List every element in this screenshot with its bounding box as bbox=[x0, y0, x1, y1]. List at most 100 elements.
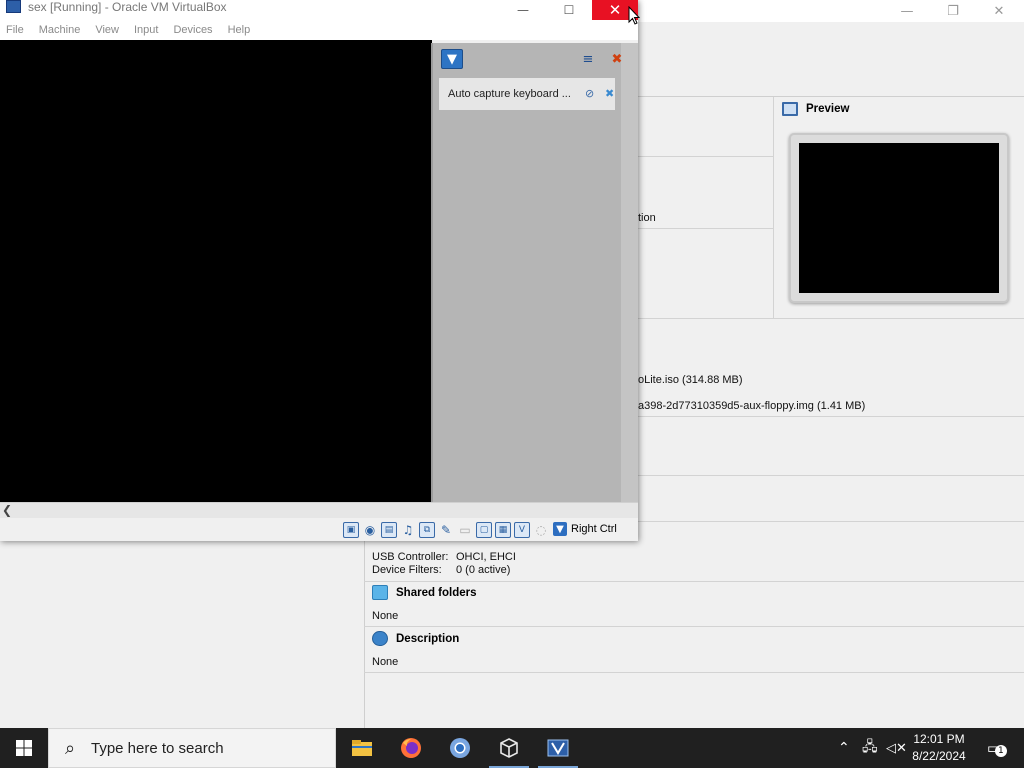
manager-restore-button[interactable]: ❐ bbox=[930, 0, 976, 22]
firefox-icon bbox=[401, 738, 421, 758]
preview-screen bbox=[799, 143, 999, 293]
shared-folders-icon[interactable]: ▭ bbox=[457, 522, 473, 538]
folder-icon bbox=[372, 585, 388, 600]
virtualbox-manager-taskbar-button[interactable] bbox=[485, 728, 533, 768]
manager-close-button[interactable]: ✕ bbox=[976, 0, 1022, 22]
manager-minimize-button[interactable]: — bbox=[884, 0, 930, 22]
shared-folders-header[interactable]: Shared folders bbox=[372, 585, 477, 600]
notification-scrollbar[interactable] bbox=[621, 43, 638, 518]
search-placeholder: Type here to search bbox=[91, 739, 224, 757]
vm-window[interactable]: sex [Running] - Oracle VM VirtualBox — ☐… bbox=[0, 0, 638, 541]
minimize-button[interactable]: — bbox=[500, 0, 546, 20]
clock-date: 8/22/2024 bbox=[912, 749, 966, 763]
description-title: Description bbox=[396, 632, 460, 645]
separator bbox=[638, 416, 1024, 417]
usb-filters-label: Device Filters: bbox=[372, 564, 442, 576]
maximize-button[interactable]: ☐ bbox=[546, 0, 592, 20]
monitor-icon bbox=[782, 102, 798, 116]
usb-controller-label: USB Controller: bbox=[372, 551, 449, 563]
description-header[interactable]: Description bbox=[372, 631, 459, 646]
separator bbox=[364, 581, 1024, 582]
hard-disk-icon[interactable]: ▣ bbox=[343, 522, 359, 538]
pin-notification-center-icon[interactable]: ▼ bbox=[441, 49, 463, 69]
chevron-up-icon: ⌃ bbox=[838, 740, 850, 756]
menu-machine[interactable]: Machine bbox=[39, 24, 81, 36]
action-center-button[interactable]: ▭ 1 bbox=[982, 728, 1007, 768]
separator bbox=[638, 156, 773, 157]
search-icon: ⌕ bbox=[64, 737, 76, 759]
separator bbox=[773, 97, 774, 319]
show-hidden-icons-button[interactable]: ⌃ bbox=[838, 728, 850, 768]
host-key-indicator[interactable]: ▼ Right Ctrl bbox=[553, 522, 617, 536]
menu-view[interactable]: View bbox=[95, 24, 119, 36]
storage-optical-drive: oLite.iso (314.88 MB) bbox=[638, 374, 743, 386]
virtualbox-icon bbox=[6, 0, 21, 13]
separator bbox=[638, 475, 1024, 476]
menu-help[interactable]: Help bbox=[228, 24, 251, 36]
separator bbox=[638, 318, 1024, 319]
virtualbox-icon bbox=[547, 739, 569, 757]
storage-floppy-drive: a398-2d77310359d5-aux-floppy.img (1.41 M… bbox=[638, 400, 866, 412]
preview-title: Preview bbox=[806, 103, 850, 115]
shared-folders-title: Shared folders bbox=[396, 586, 477, 599]
keep-notification-icon[interactable]: ⊘ bbox=[585, 87, 594, 100]
audio-icon[interactable]: ♫ bbox=[400, 522, 416, 538]
notification-center: ▼ ≡ ✖ Auto capture keyboard ... ⊘ ✖ bbox=[431, 43, 638, 518]
separator bbox=[638, 521, 1024, 522]
menu-file[interactable]: File bbox=[6, 24, 24, 36]
video-capture-icon[interactable]: ▦ bbox=[495, 522, 511, 538]
usb-icon[interactable]: ✎ bbox=[438, 522, 454, 538]
usb-controller-value: OHCI, EHCI bbox=[456, 551, 516, 563]
network-icon: 🖧 bbox=[862, 739, 878, 755]
notification-count-badge: 1 bbox=[994, 745, 1007, 757]
menubar: File Machine View Input Devices Help bbox=[0, 20, 638, 40]
vt-x-icon[interactable]: V bbox=[514, 522, 530, 538]
separator bbox=[638, 228, 773, 229]
shared-folders-value: None bbox=[372, 610, 399, 622]
network-tray-button[interactable]: 🖧 bbox=[862, 728, 878, 768]
separator bbox=[364, 672, 1024, 673]
optical-drive-icon[interactable]: ◉ bbox=[362, 522, 378, 538]
virtualbox-vm-taskbar-button[interactable] bbox=[534, 728, 582, 768]
device-indicators: ▣ ◉ ▤ ♫ ⧉ ✎ ▭ ▢ ▦ V ◌ bbox=[343, 522, 549, 538]
close-notification-icon[interactable]: ✖ bbox=[605, 87, 614, 100]
scroll-left-icon[interactable]: ❮ bbox=[2, 503, 12, 517]
vm-statusbar: ▣ ◉ ▤ ♫ ⧉ ✎ ▭ ▢ ▦ V ◌ ▼ Right Ctrl bbox=[0, 518, 638, 541]
start-button[interactable] bbox=[0, 728, 48, 768]
firefox-taskbar-button[interactable] bbox=[387, 728, 435, 768]
mouse-integration-icon[interactable]: ◌ bbox=[533, 522, 549, 538]
speech-bubble-icon bbox=[372, 631, 388, 646]
floppy-icon[interactable]: ▤ bbox=[381, 522, 397, 538]
display-icon[interactable]: ▢ bbox=[476, 522, 492, 538]
host-key-label: Right Ctrl bbox=[571, 523, 617, 535]
down-arrow-icon: ▼ bbox=[553, 522, 567, 536]
menu-input[interactable]: Input bbox=[134, 24, 158, 36]
file-explorer-taskbar-button[interactable] bbox=[338, 728, 386, 768]
taskbar: ⌕ Type here to search ⌃ 🖧 ◁✕ 12:01 PM 8/… bbox=[0, 728, 1024, 768]
vm-titlebar[interactable]: sex [Running] - Oracle VM VirtualBox — ☐… bbox=[0, 0, 638, 20]
clock-time: 12:01 PM bbox=[913, 732, 965, 746]
vm-display[interactable] bbox=[0, 40, 432, 502]
windows-logo-icon bbox=[16, 740, 32, 756]
preview-header: Preview bbox=[782, 102, 849, 116]
taskbar-clock[interactable]: 12:01 PM 8/22/2024 bbox=[904, 731, 974, 765]
chromium-icon bbox=[450, 738, 470, 758]
cube-icon bbox=[500, 738, 518, 758]
separator bbox=[364, 626, 1024, 627]
network-icon[interactable]: ⧉ bbox=[419, 522, 435, 538]
description-value: None bbox=[372, 656, 399, 668]
chromium-taskbar-button[interactable] bbox=[436, 728, 484, 768]
taskbar-search-box[interactable]: ⌕ Type here to search bbox=[48, 728, 336, 768]
usb-filters-value: 0 (0 active) bbox=[456, 564, 511, 576]
horizontal-scrollbar[interactable]: ❮ bbox=[0, 502, 638, 518]
menu-devices[interactable]: Devices bbox=[173, 24, 212, 36]
folder-icon bbox=[352, 740, 372, 756]
mouse-cursor-icon bbox=[628, 6, 640, 25]
filter-notifications-icon[interactable]: ≡ bbox=[577, 49, 599, 69]
notification-item[interactable]: Auto capture keyboard ... ⊘ ✖ bbox=[439, 78, 615, 110]
window-title: sex [Running] - Oracle VM VirtualBox bbox=[28, 0, 227, 14]
detail-text: tion bbox=[638, 212, 656, 224]
dismiss-all-icon[interactable]: ✖ bbox=[606, 49, 628, 69]
notification-icon: ▭ 1 bbox=[987, 739, 1007, 757]
preview-thumbnail bbox=[789, 133, 1009, 303]
